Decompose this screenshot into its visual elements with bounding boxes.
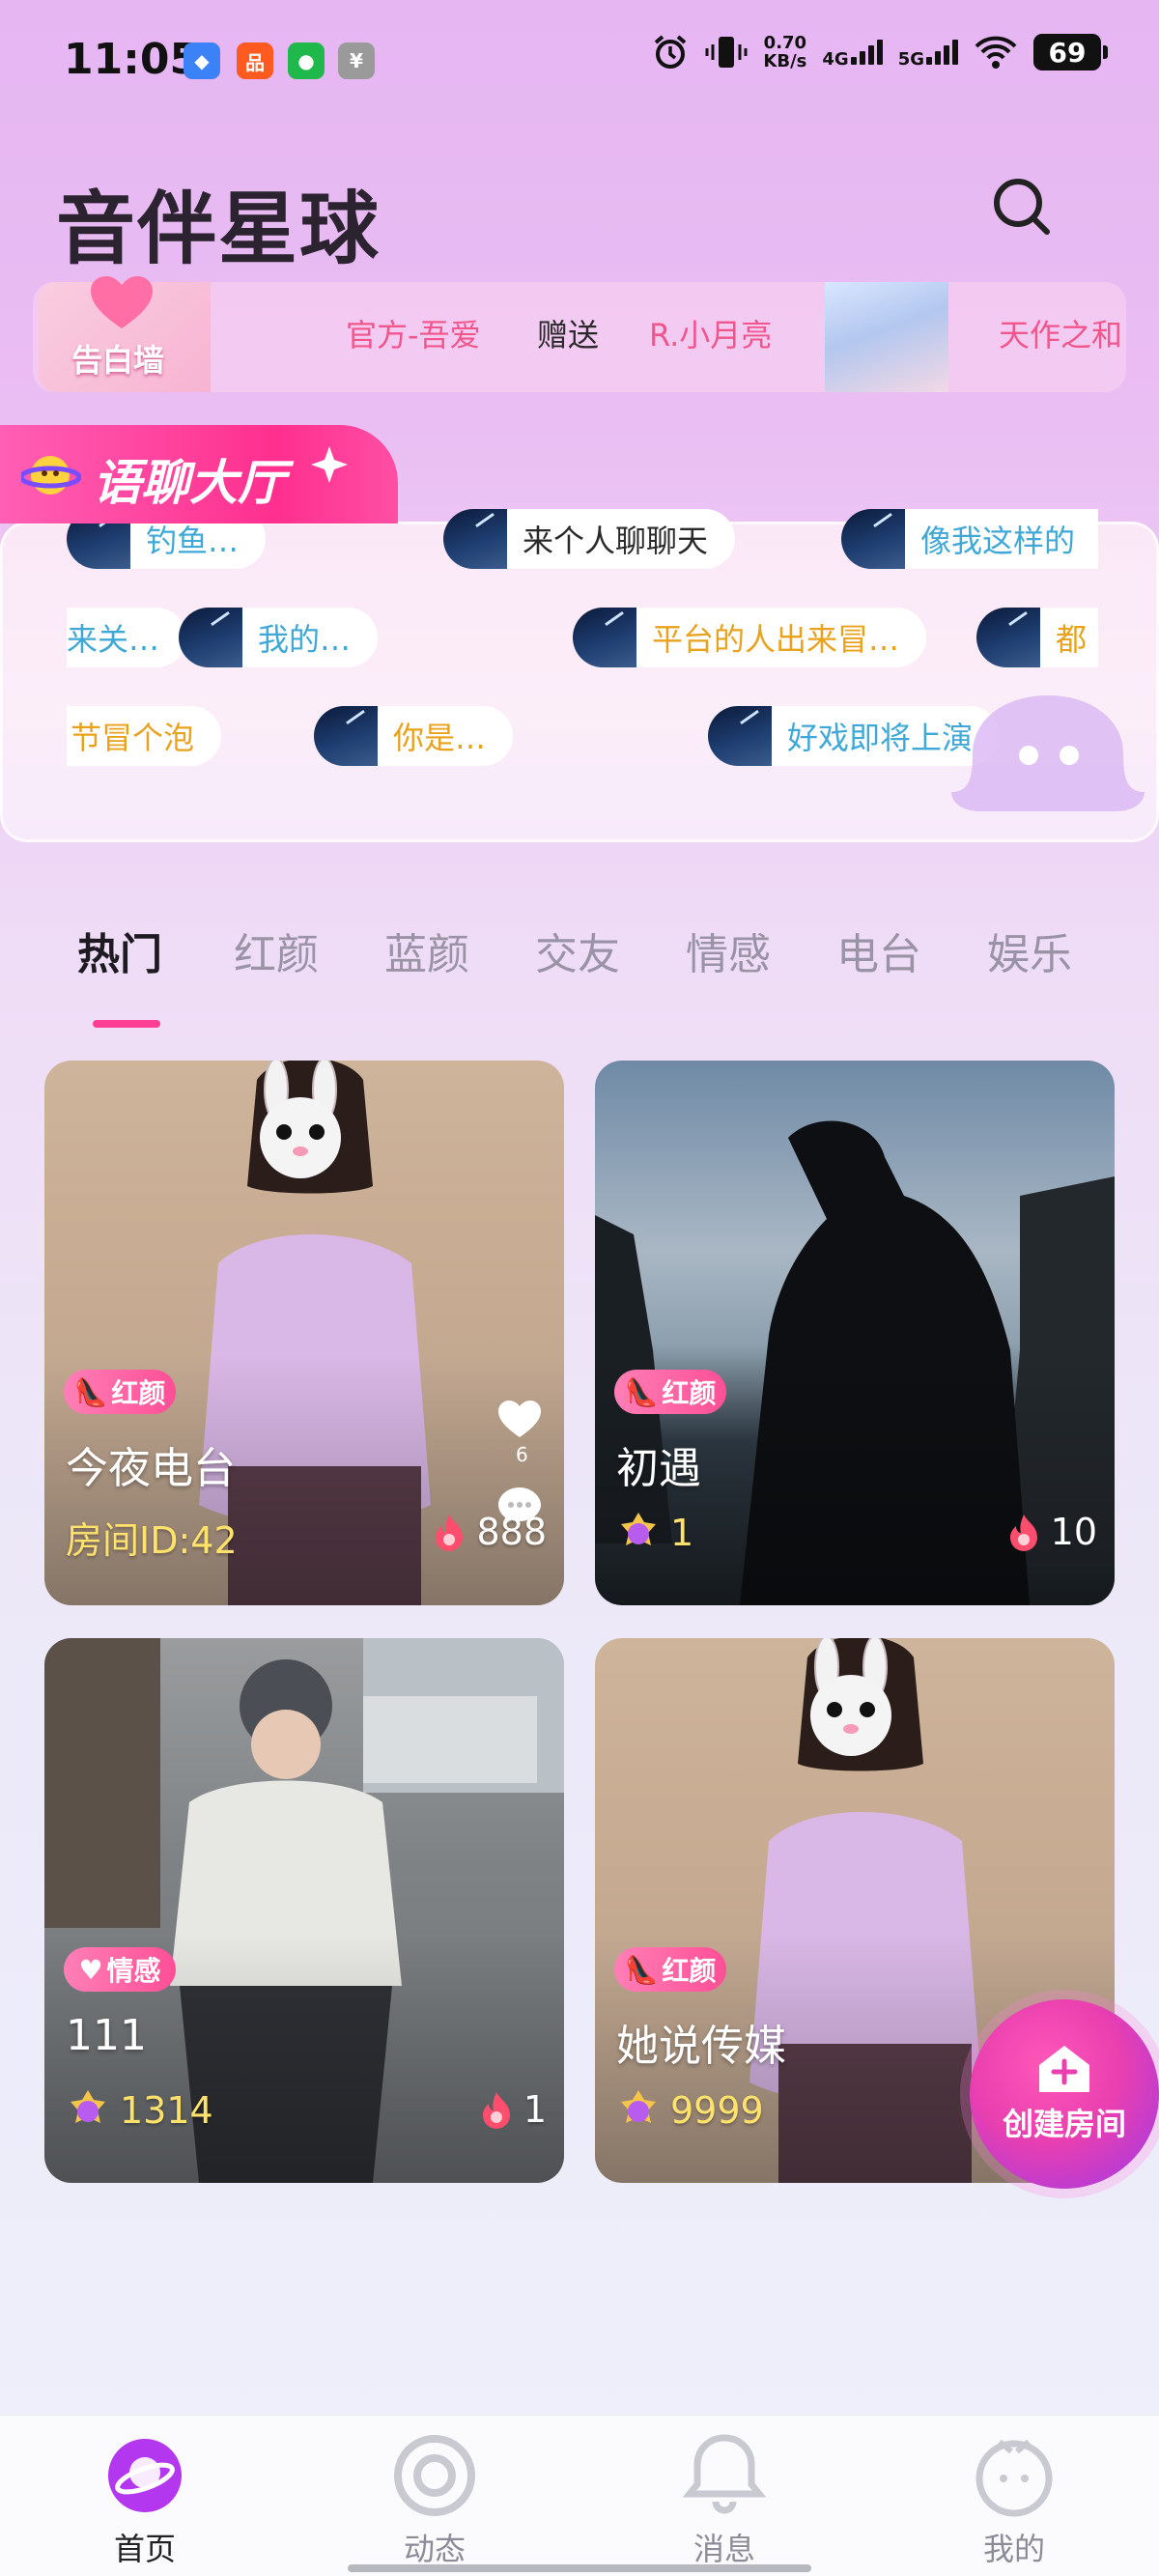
heel-icon: 👠 [624, 1953, 659, 1986]
alarm-icon [655, 35, 687, 69]
create-room-button[interactable]: 创建房间 [970, 1999, 1159, 2189]
ticker-sender: 官方-吾爱 [346, 317, 481, 354]
net-speed: 0.70 KB/s [763, 33, 807, 71]
battery-indicator: 69 [1033, 34, 1108, 71]
category-badge: 👠 红颜 [614, 1947, 726, 1992]
fire-icon [436, 1514, 464, 1551]
status-right: 0.70 KB/s 4G 5G 69 [651, 33, 1108, 71]
nav-moments[interactable]: 动态 [357, 2432, 512, 2569]
room-thumbnail [179, 608, 242, 667]
chat-hall-title: 语聊大厅 [93, 455, 286, 511]
tab-hot[interactable]: 热门 [77, 920, 162, 981]
level-badge-icon [621, 1513, 656, 1545]
signal-5g: 5G [898, 36, 958, 70]
bunny-sticker [260, 1061, 341, 1178]
nav-profile-label: 我的 [982, 2531, 1045, 2567]
ring-icon [394, 2435, 475, 2516]
nav-profile[interactable]: 我的 [937, 2432, 1091, 2569]
gift-image [825, 282, 948, 392]
room-card[interactable]: 👠 红颜 今夜电台 房间ID:42 6 888 [44, 1061, 564, 1605]
signal-4g: 4G [822, 36, 883, 70]
wifi-icon [975, 36, 1017, 69]
category-badge: 👠 红颜 [614, 1370, 726, 1414]
room-heat: 1 [479, 2088, 547, 2131]
ticker-action: 赠送 [537, 317, 600, 354]
hall-room-pill[interactable]: 来个人聊聊天 [443, 509, 736, 569]
room-thumbnail [573, 608, 636, 667]
nav-messages[interactable]: 消息 [647, 2432, 802, 2569]
planet-icon [108, 2439, 182, 2512]
tab-lanyan[interactable]: 蓝颜 [384, 920, 469, 981]
nav-home-label: 首页 [113, 2531, 176, 2567]
hall-room-pill[interactable]: 来关… [67, 608, 187, 667]
home-plus-icon [1039, 2046, 1089, 2092]
tab-hongyan[interactable]: 红颜 [234, 920, 319, 981]
like-icon[interactable] [498, 1401, 541, 1439]
hall-room-pill[interactable]: 你是… [314, 706, 514, 766]
room-level: 1314 [66, 2088, 213, 2133]
fire-icon [1009, 1514, 1037, 1551]
room-id: 房间ID:42 [66, 1519, 238, 1562]
room-thumbnail [314, 706, 378, 766]
home-indicator[interactable] [348, 2564, 811, 2572]
ghost-bubble-icon [951, 695, 1145, 811]
heel-icon: 👠 [73, 1375, 108, 1408]
wechat-icon: ● [288, 42, 325, 79]
bell-icon [682, 2434, 767, 2514]
tab-entertainment[interactable]: 娱乐 [987, 920, 1072, 981]
level-badge-icon [71, 2090, 105, 2123]
room-thumbnail [976, 608, 1040, 667]
heart-icon: ♥ [78, 1953, 103, 1986]
tab-indicator [93, 1020, 160, 1028]
app-title: 音伴星球 [56, 184, 382, 275]
room-card[interactable]: ♥ 情感 111 1314 1 [44, 1638, 564, 2183]
hall-room-pill[interactable]: 平台的人出来冒… [573, 608, 927, 667]
shopping-app-icon: 品 [237, 42, 273, 79]
category-badge: 👠 红颜 [64, 1370, 176, 1414]
hall-room-pill[interactable]: 像我这样的 [841, 509, 1098, 569]
room-thumbnail [708, 706, 772, 766]
level-badge-icon [621, 2090, 656, 2123]
room-level: 1 [616, 1511, 693, 1555]
hall-room-pill[interactable]: 我的… [179, 608, 379, 667]
search-icon[interactable] [985, 170, 1059, 243]
nav-home[interactable]: 首页 [68, 2432, 222, 2569]
ticker-next-item: 天作之和 [999, 317, 1123, 354]
hall-room-pill[interactable]: 都 [976, 608, 1098, 667]
room-level: 9999 [616, 2088, 764, 2133]
create-room-label: 创建房间 [1002, 2106, 1126, 2142]
bunny-sticker [810, 1638, 891, 1756]
room-heat: 10 [1006, 1511, 1097, 1553]
ticker-receiver: R.小月亮 [649, 317, 773, 354]
confession-wall-label: 告白墙 [71, 342, 165, 379]
hall-room-pill[interactable]: 节冒个泡 [67, 706, 222, 766]
sparkle-icon [311, 446, 348, 483]
confession-wall-button[interactable]: 告白墙 [39, 276, 211, 392]
nav-messages-label: 消息 [693, 2531, 755, 2567]
room-name: 今夜电台 [66, 1444, 236, 1493]
tab-radio[interactable]: 电台 [836, 920, 921, 981]
room-name: 她说传媒 [616, 2022, 786, 2071]
status-time: 11:05 [64, 35, 200, 84]
room-thumbnail [443, 509, 507, 569]
room-thumbnail [841, 509, 905, 569]
fire-icon [482, 2092, 510, 2129]
face-icon [975, 2439, 1053, 2517]
like-count: 6 [516, 1443, 528, 1466]
yuan-icon: ¥ [338, 42, 375, 79]
room-card[interactable]: 👠 红颜 初遇 1 10 [595, 1061, 1115, 1605]
nav-moments-label: 动态 [403, 2531, 466, 2567]
tab-friends[interactable]: 交友 [535, 920, 620, 981]
tab-emotion[interactable]: 情感 [686, 920, 771, 981]
planet-icon [21, 456, 81, 495]
room-name: 初遇 [616, 1444, 701, 1493]
heart-icon [91, 276, 153, 328]
room-heat: 888 [432, 1511, 547, 1553]
heel-icon: 👠 [624, 1375, 659, 1408]
vibrate-icon [705, 37, 748, 68]
category-badge: ♥ 情感 [64, 1947, 176, 1992]
room-name: 111 [66, 2011, 147, 2060]
app-notification-icon: ◆ [184, 42, 220, 79]
